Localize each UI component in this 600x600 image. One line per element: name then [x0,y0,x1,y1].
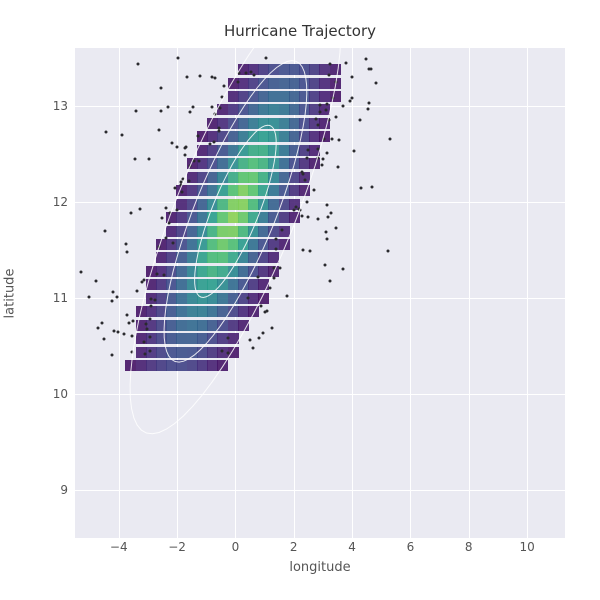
contour-group [75,48,565,538]
x-tick-label: −2 [168,540,186,554]
x-tick-label: 6 [407,540,415,554]
x-tick-label: 8 [465,540,473,554]
x-tick-label: 0 [232,540,240,554]
chart-title: Hurricane Trajectory [0,22,600,40]
y-axis-label-text: latitude [3,268,18,318]
contour-line [164,61,307,363]
y-tick-label: 12 [28,195,68,209]
x-axis-label: longitude [75,560,565,575]
y-tick-label: 9 [28,483,68,497]
contour-line [130,48,341,434]
plot-area [75,48,565,538]
x-tick-label: 2 [290,540,298,554]
contour-line [195,125,277,297]
y-tick-label: 11 [28,291,68,305]
x-tick-label: 4 [348,540,356,554]
y-axis-label: latitude [0,48,20,538]
y-tick-label: 10 [28,387,68,401]
figure: Hurricane Trajectory longitude latitude … [0,0,600,600]
x-tick-label: 10 [519,540,534,554]
y-tick-label: 13 [28,99,68,113]
x-tick-label: −4 [110,540,128,554]
